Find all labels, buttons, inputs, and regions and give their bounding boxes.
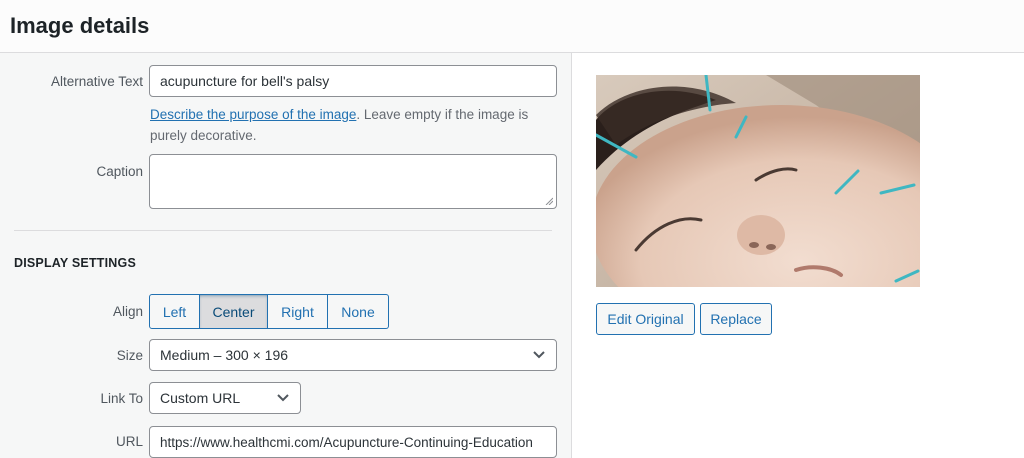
chevron-down-icon	[277, 394, 289, 402]
page-title: Image details	[10, 13, 150, 38]
chevron-down-icon	[533, 351, 545, 359]
align-left-button[interactable]: Left	[149, 294, 200, 329]
describe-purpose-link[interactable]: Describe the purpose of the image	[150, 107, 356, 122]
size-label: Size	[116, 348, 143, 363]
acupuncture-photo	[596, 75, 920, 287]
align-center-button[interactable]: Center	[200, 294, 268, 329]
url-value: https://www.healthcmi.com/Acupuncture-Co…	[160, 434, 533, 450]
link-to-value: Custom URL	[160, 390, 241, 406]
alt-text-input[interactable]: acupuncture for bell's palsy	[149, 65, 557, 97]
image-preview	[596, 75, 920, 287]
caption-textarea[interactable]	[149, 154, 557, 209]
settings-panel: Alternative Text acupuncture for bell's …	[0, 53, 572, 458]
edit-original-button[interactable]: Edit Original	[596, 303, 695, 335]
image-preview-panel: Edit Original Replace	[573, 53, 1024, 458]
align-label: Align	[112, 304, 143, 319]
link-to-label: Link To	[100, 391, 143, 406]
url-input[interactable]: https://www.healthcmi.com/Acupuncture-Co…	[149, 426, 557, 458]
modal-header: Image details	[0, 0, 1024, 53]
resize-handle-icon[interactable]	[545, 197, 553, 205]
alt-text-description: Describe the purpose of the image. Leave…	[150, 104, 550, 146]
url-label: URL	[115, 434, 143, 449]
size-select[interactable]: Medium – 300 × 196	[149, 339, 557, 371]
align-right-button[interactable]: Right	[268, 294, 328, 329]
align-none-button[interactable]: None	[328, 294, 389, 329]
caption-label: Caption	[96, 164, 143, 179]
alt-text-value: acupuncture for bell's palsy	[160, 73, 330, 89]
alt-text-label: Alternative Text	[50, 74, 143, 89]
size-value: Medium – 300 × 196	[160, 347, 289, 363]
replace-button[interactable]: Replace	[700, 303, 772, 335]
link-to-select[interactable]: Custom URL	[149, 382, 301, 414]
align-button-group: Left Center Right None	[149, 294, 389, 329]
display-settings-title: DISPLAY SETTINGS	[14, 256, 136, 270]
section-divider	[14, 230, 552, 231]
